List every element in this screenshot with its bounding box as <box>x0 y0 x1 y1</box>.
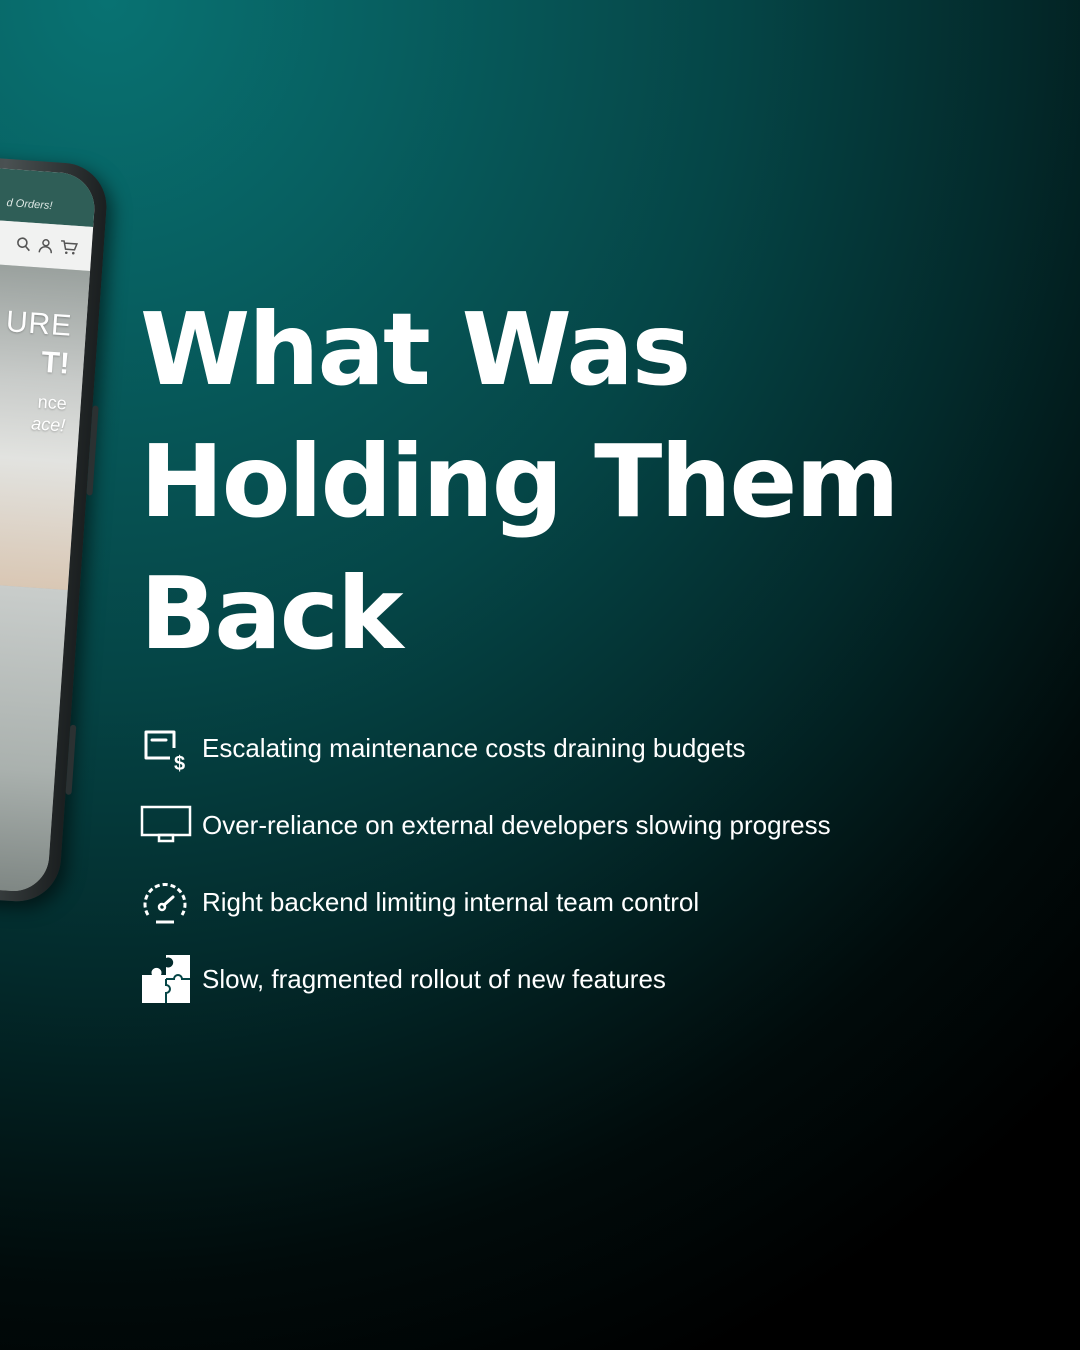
phone-screen: d Orders! URE T! nce ace! <box>0 160 97 894</box>
phone-side-button <box>65 724 77 795</box>
headline: What Was Holding Them Back <box>140 284 900 680</box>
phone-hero-text: nce <box>37 391 68 414</box>
speedometer-icon <box>140 876 192 928</box>
list-item: $ Escalating maintenance costs draining … <box>140 722 831 774</box>
list-item-text: Escalating maintenance costs draining bu… <box>202 732 746 763</box>
phone-hero-image: URE T! nce ace! <box>0 256 91 591</box>
headline-line: Back <box>140 555 403 672</box>
cart-icon <box>59 239 79 256</box>
list-item-text: Over-reliance on external developers slo… <box>202 809 831 840</box>
list-item: Slow, fragmented rollout of new features <box>140 953 831 1005</box>
search-icon <box>15 236 32 253</box>
phone-promo-banner: d Orders! <box>0 160 97 228</box>
user-icon <box>37 237 54 254</box>
list-item-text: Right backend limiting internal team con… <box>202 886 700 917</box>
list-item: Over-reliance on external developers slo… <box>140 799 831 851</box>
list-item: Right backend limiting internal team con… <box>140 876 831 928</box>
puzzle-icon <box>140 953 192 1005</box>
list-item-text: Slow, fragmented rollout of new features <box>202 963 666 994</box>
phone-hero-text: ace! <box>30 413 66 436</box>
headline-line: Holding Them <box>140 423 900 540</box>
phone-content-area <box>0 575 68 894</box>
svg-text:$: $ <box>174 753 185 772</box>
phone-hero-text: T! <box>40 345 71 381</box>
headline-line: What Was <box>140 291 691 408</box>
phone-mockup: d Orders! URE T! nce ace! <box>0 150 110 905</box>
phone-hero-text: URE <box>4 305 74 343</box>
monitor-icon <box>140 799 192 851</box>
phone-side-button <box>86 405 99 496</box>
invoice-dollar-icon: $ <box>140 722 192 774</box>
problem-list: $ Escalating maintenance costs draining … <box>140 722 831 1030</box>
